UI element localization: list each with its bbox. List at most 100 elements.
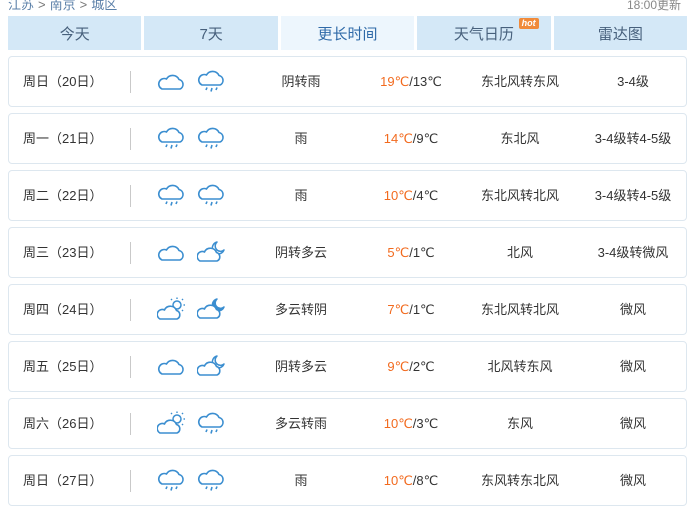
forecast-list: 周日（20日） 阴转雨 19℃/13℃ 东北风转东风 3-4级 周一（21日） 雨 14℃/9… — [8, 56, 687, 512]
divider — [130, 242, 131, 264]
weather-icons — [157, 68, 227, 96]
temperature: 10℃/4℃ — [361, 171, 461, 220]
wind-level: 微风 — [619, 416, 646, 431]
divider — [130, 413, 131, 435]
temperature: 9℃/2℃ — [361, 342, 461, 391]
forecast-row: 周六（26日） 多云转雨 10℃/3℃ 东风 微风 — [8, 398, 687, 449]
temperature: 19℃/13℃ — [361, 57, 461, 106]
wind-level: 微风 — [619, 359, 646, 374]
wind-direction: 东风 — [506, 416, 533, 431]
tab-today[interactable]: 今天 — [8, 16, 142, 50]
temp-high: 10℃ — [383, 188, 413, 203]
weather-icons — [157, 182, 227, 210]
forecast-row: 周日（27日） 雨 10℃/8℃ 东风转东北风 微风 — [8, 455, 687, 506]
weather-description: 阴转多云 — [274, 245, 327, 260]
wind-level: 3-4级 — [617, 74, 649, 89]
weather-description: 多云转阴 — [274, 302, 327, 317]
weather-description: 多云转雨 — [274, 416, 327, 431]
wind-direction: 北风转东风 — [487, 359, 553, 374]
temp-low: 4℃ — [416, 188, 439, 203]
temperature: 7℃/1℃ — [361, 285, 461, 334]
cloudy-icon — [157, 239, 187, 267]
weather-description: 阴转多云 — [274, 359, 327, 374]
forecast-row: 周四（24日） 多云转阴 7℃/1℃ 东北风转北风 微风 — [8, 284, 687, 335]
forecast-row: 周一（21日） 雨 14℃/9℃ 东北风 3-4级转4-5级 — [8, 113, 687, 164]
forecast-day: 周二（22日） — [23, 188, 103, 203]
weather-icons — [157, 239, 227, 267]
forecast-day: 周四（24日） — [23, 302, 103, 317]
temp-high: 9℃ — [387, 359, 410, 374]
wind-level: 3-4级转4-5级 — [594, 131, 672, 146]
wind-level: 3-4级转4-5级 — [594, 188, 672, 203]
tab-label: 更长时间 — [317, 25, 378, 43]
temp-low: 3℃ — [416, 416, 439, 431]
rain-icon — [157, 182, 187, 210]
sun-cloud-icon — [156, 296, 187, 324]
breadcrumb-city[interactable]: 南京 — [50, 0, 76, 12]
wind-direction: 北风 — [506, 245, 533, 260]
temperature: 14℃/9℃ — [361, 114, 461, 163]
forecast-row: 周日（20日） 阴转雨 19℃/13℃ 东北风转东风 3-4级 — [8, 56, 687, 107]
forecast-day: 周五（25日） — [23, 359, 103, 374]
breadcrumb-district[interactable]: 城区 — [91, 0, 117, 12]
breadcrumb-separator: > — [79, 0, 88, 12]
weather-description: 雨 — [294, 188, 308, 203]
forecast-day: 周日（20日） — [23, 74, 103, 89]
forecast-day: 周六（26日） — [23, 416, 103, 431]
breadcrumb-province[interactable]: 江苏 — [8, 0, 34, 12]
cloudy-icon — [157, 68, 187, 96]
wind-level: 微风 — [619, 473, 646, 488]
weather-icons — [156, 296, 227, 324]
divider — [130, 470, 131, 492]
temperature: 10℃/3℃ — [361, 399, 461, 448]
weather-icons — [156, 410, 227, 438]
tab-weather-calendar[interactable]: 天气日历 hot — [417, 16, 551, 50]
divider — [130, 356, 131, 378]
tab-radar[interactable]: 雷达图 — [553, 16, 688, 50]
sun-cloud-icon — [156, 410, 187, 438]
temperature: 10℃/8℃ — [361, 456, 461, 505]
temp-low: 1℃ — [412, 245, 435, 260]
weather-icons — [157, 467, 227, 495]
wind-direction: 东北风转北风 — [480, 188, 559, 203]
wind-level: 微风 — [619, 302, 646, 317]
temp-high: 5℃ — [387, 245, 410, 260]
wind-level: 3-4级转微风 — [597, 245, 669, 260]
temp-low: 8℃ — [416, 473, 439, 488]
moon-cloud-icon — [196, 239, 227, 267]
tab-long-range[interactable]: 更长时间 — [280, 16, 415, 50]
temp-low: 1℃ — [412, 302, 435, 317]
tab-label: 天气日历 — [453, 25, 514, 43]
rain-icon — [197, 467, 227, 495]
weather-icons — [157, 353, 227, 381]
temp-low: 9℃ — [416, 131, 439, 146]
divider — [130, 185, 131, 207]
hot-badge: hot — [518, 18, 539, 29]
wind-direction: 东北风转北风 — [480, 302, 559, 317]
temp-high: 7℃ — [387, 302, 410, 317]
forecast-row: 周五（25日） 阴转多云 9℃/2℃ 北风转东风 微风 — [8, 341, 687, 392]
breadcrumb-separator: > — [38, 0, 46, 12]
tab-label: 雷达图 — [597, 25, 643, 43]
rain-icon — [197, 410, 227, 438]
rain-icon — [157, 125, 187, 153]
temp-high: 10℃ — [383, 473, 413, 488]
divider — [130, 299, 131, 321]
rain-icon — [197, 68, 227, 96]
forecast-row: 周三（23日） 阴转多云 5℃/1℃ 北风 3-4级转微风 — [8, 227, 687, 278]
forecast-day: 周三（23日） — [23, 245, 103, 260]
temp-low: 2℃ — [412, 359, 435, 374]
temp-high: 10℃ — [383, 416, 413, 431]
tab-7-days[interactable]: 7天 — [144, 16, 278, 50]
rain-icon — [197, 125, 227, 153]
tab-bar: 今天 7天 更长时间 天气日历 hot 雷达图 — [8, 16, 688, 50]
tab-label: 7天 — [199, 25, 223, 43]
moon-cloud-icon — [196, 353, 227, 381]
weather-icons — [157, 125, 227, 153]
moon-overcast-icon — [196, 296, 227, 324]
top-bar: 江苏 > 南京 > 城区 18:00更新 — [0, 0, 693, 16]
forecast-row: 周二（22日） 雨 10℃/4℃ 东北风转北风 3-4级转4-5级 — [8, 170, 687, 221]
tab-label: 今天 — [59, 25, 90, 43]
cloudy-icon — [157, 353, 187, 381]
rain-icon — [157, 467, 187, 495]
